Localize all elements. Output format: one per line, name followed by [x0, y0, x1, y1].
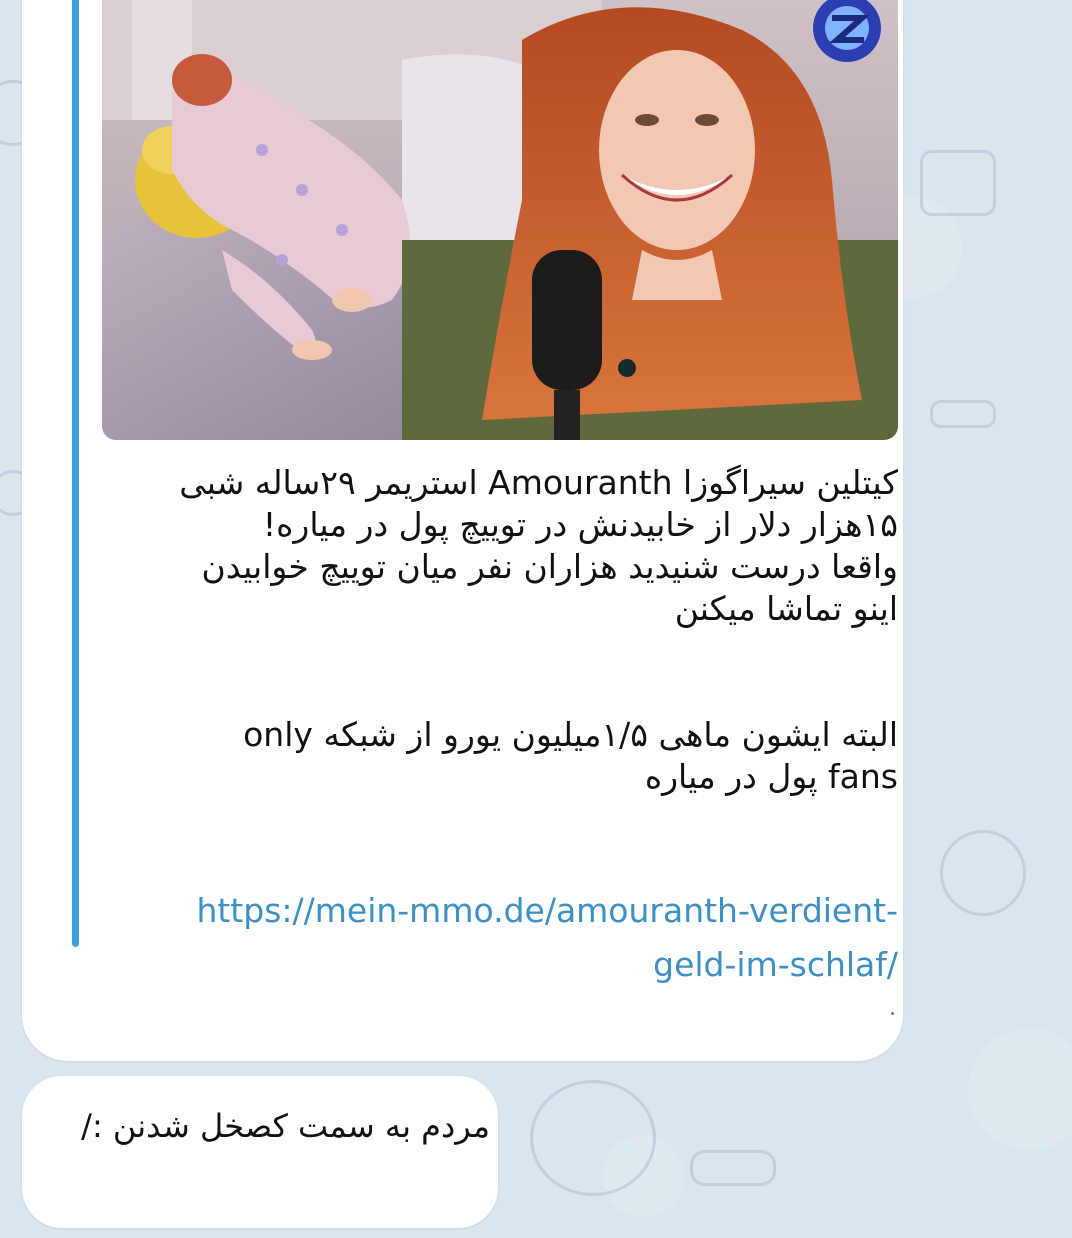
reply-message-bubble[interactable]: مردم به سمت کصخل شدنن :/: [22, 1076, 498, 1228]
caption-line: البته ایشون ماهی ۱/۵میلیون یورو از شبکه …: [243, 715, 898, 754]
wallpaper-heart-icon: [940, 830, 1026, 916]
article-link-line: https://mein-mmo.de/amouranth-verdient-: [196, 891, 898, 930]
reply-text: مردم به سمت کصخل شدنن :/: [81, 1107, 490, 1145]
caption-line: کیتلین سیراگوزا Amouranth استریمر ۲۹ساله…: [179, 463, 898, 502]
post-photo[interactable]: [102, 0, 898, 440]
post-caption: کیتلین سیراگوزا Amouranth استریمر ۲۹ساله…: [102, 462, 898, 798]
caption-line: اینو تماشا میکنن: [674, 589, 898, 628]
caption-line: ۱۵هزار دلار از خابیدنش در توییچ پول در م…: [262, 505, 898, 544]
article-link[interactable]: https://mein-mmo.de/amouranth-verdient- …: [102, 884, 898, 992]
channel-post-bubble: کیتلین سیراگوزا Amouranth استریمر ۲۹ساله…: [22, 0, 903, 1061]
wallpaper-bone-icon: [930, 400, 996, 428]
caption-line: واقعا درست شنیدید هزاران نفر میان توییچ …: [201, 547, 898, 586]
wallpaper-cat-icon: [530, 1080, 656, 1196]
caption-line: fans پول در میاره: [644, 757, 898, 796]
quote-bar: [72, 0, 79, 947]
message-status-dot: [891, 1012, 894, 1015]
article-link-line: geld-im-schlaf/: [653, 945, 898, 984]
wallpaper-halo-icon: [690, 1150, 776, 1186]
wallpaper-box-icon: [920, 150, 996, 216]
